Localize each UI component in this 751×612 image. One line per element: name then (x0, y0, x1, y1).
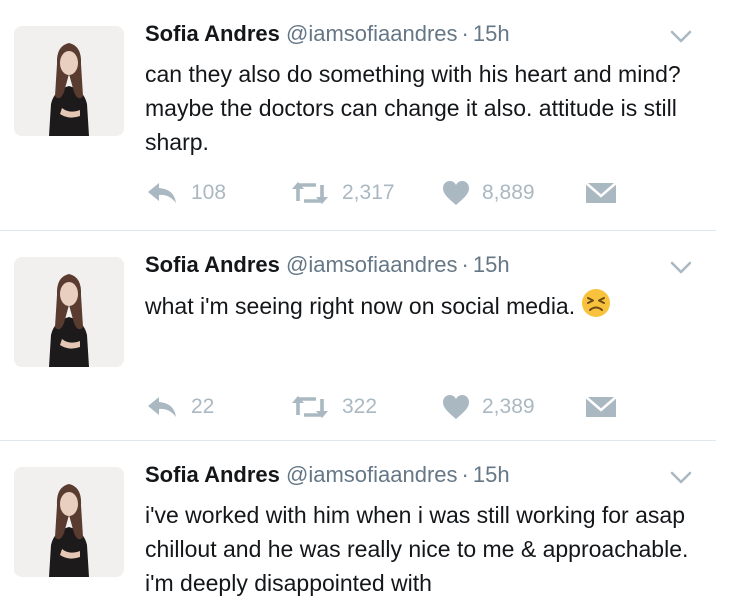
chevron-down-icon[interactable] (670, 30, 692, 44)
timestamp[interactable]: 15h (473, 21, 510, 46)
retweet-icon (292, 396, 328, 418)
author-handle[interactable]: @iamsofiaandres (286, 252, 458, 277)
timestamp[interactable]: 15h (473, 462, 510, 487)
separator-dot: · (461, 21, 469, 46)
avatar[interactable] (14, 467, 124, 577)
author-handle[interactable]: @iamsofiaandres (286, 21, 458, 46)
reply-button[interactable]: 22 (145, 392, 214, 422)
separator-dot: · (461, 462, 469, 487)
retweet-count: 2,317 (342, 181, 395, 204)
retweet-button[interactable]: 322 (290, 392, 377, 422)
reply-count: 108 (191, 181, 227, 204)
reply-button[interactable]: 108 (145, 178, 226, 208)
tweet-text-container: what i'm seeing right now on social medi… (145, 288, 715, 323)
tweet[interactable]: Sofia Andres @iamsofiaandres · 15h can the… (0, 0, 751, 230)
direct-message-button[interactable] (585, 392, 617, 422)
avatar[interactable] (14, 26, 124, 136)
chevron-down-icon[interactable] (670, 471, 692, 485)
tweet-actions: 108 2,317 8,889 (0, 178, 751, 208)
author-name[interactable]: Sofia Andres (145, 252, 280, 277)
direct-message-icon (585, 182, 617, 203)
tweet[interactable]: Sofia Andres @iamsofiaandres · 15h what i'… (0, 231, 751, 440)
separator-dot: · (461, 252, 469, 277)
reply-icon (148, 397, 176, 417)
like-icon (443, 395, 469, 419)
like-button[interactable]: 8,889 (442, 178, 535, 208)
direct-message-button[interactable] (585, 178, 617, 208)
timestamp[interactable]: 15h (473, 252, 510, 277)
author-name[interactable]: Sofia Andres (145, 21, 280, 46)
like-button[interactable]: 2,389 (442, 392, 535, 422)
tweet-text: i've worked with him when i was still wo… (145, 502, 689, 596)
avatar[interactable] (14, 257, 124, 367)
tweet-text: can they also do something with his hear… (145, 61, 681, 155)
retweet-count: 322 (342, 395, 378, 418)
tweet-header: Sofia Andres @iamsofiaandres · 15h (145, 250, 510, 280)
tweet-text: what i'm seeing right now on social medi… (145, 293, 576, 319)
author-name[interactable]: Sofia Andres (145, 462, 280, 487)
direct-message-icon (585, 396, 617, 417)
author-handle[interactable]: @iamsofiaandres (286, 462, 458, 487)
like-count: 2,389 (482, 395, 535, 418)
reply-icon (148, 183, 176, 203)
tweet[interactable]: Sofia Andres @iamsofiaandres · 15h i've wo… (0, 441, 751, 612)
tweet-header: Sofia Andres @iamsofiaandres · 15h (145, 460, 510, 490)
persevering-face-emoji (581, 288, 611, 318)
retweet-icon (292, 182, 328, 204)
like-icon (443, 181, 469, 205)
reply-count: 22 (191, 395, 215, 418)
chevron-down-icon[interactable] (670, 261, 692, 275)
like-count: 8,889 (482, 181, 535, 204)
tweet-feed: Sofia Andres @iamsofiaandres · 15h can the… (0, 0, 751, 612)
tweet-actions: 22 322 2,389 (0, 392, 751, 422)
tweet-header: Sofia Andres @iamsofiaandres · 15h (145, 19, 510, 49)
retweet-button[interactable]: 2,317 (290, 178, 395, 208)
